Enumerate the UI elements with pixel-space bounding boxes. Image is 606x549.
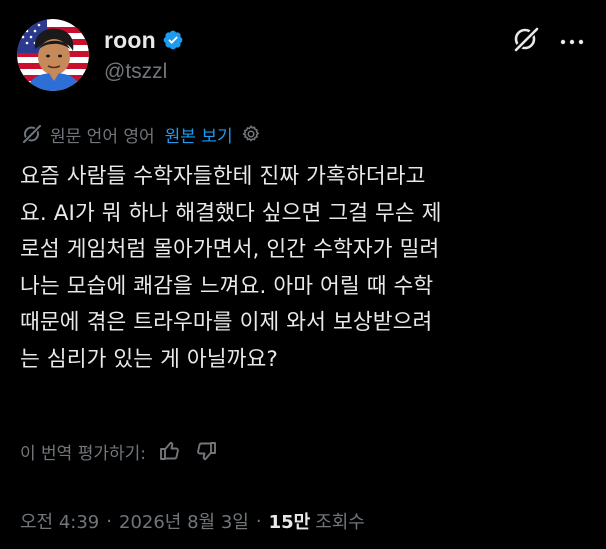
avatar[interactable]: [17, 19, 89, 91]
rate-translation: 이 번역 평가하기:: [20, 436, 218, 466]
tweet-meta: 오전 4:39 · 2026년 8월 3일 · 15만 조회수: [20, 506, 365, 536]
grok-button[interactable]: [510, 25, 542, 57]
tweet-detail: roon @tszzl 원문 언어 영어 원본 보기 요즘 사람들 수학자들한테…: [0, 0, 606, 549]
views-label: 조회수: [315, 512, 365, 533]
views-count: 15만: [268, 512, 311, 533]
tweet-time[interactable]: 오전 4:39: [20, 508, 99, 534]
rate-translation-label: 이 번역 평가하기:: [20, 443, 147, 464]
display-name[interactable]: roon: [104, 27, 156, 54]
author-handle[interactable]: @tszzl: [104, 60, 167, 84]
translate-icon: [20, 122, 44, 146]
tweet-date[interactable]: 2026년 8월 3일: [119, 508, 249, 534]
meta-separator: ·: [106, 510, 112, 532]
show-original-link[interactable]: 원본 보기: [165, 122, 233, 147]
tweet-text: 요즘 사람들 수학자들한테 진짜 가혹하더라고 요. AI가 뭐 하나 해결했다…: [20, 164, 442, 372]
translation-label: 원문 언어 영어: [50, 126, 155, 147]
thumbs-up-icon[interactable]: [158, 439, 182, 463]
settings-gear-icon[interactable]: [241, 124, 261, 144]
more-button[interactable]: [556, 28, 588, 52]
grok-icon: [511, 24, 541, 58]
translation-notice: 원문 언어 영어 원본 보기: [20, 120, 261, 148]
more-icon: [559, 31, 585, 50]
thumbs-down-icon[interactable]: [194, 439, 218, 463]
meta-separator: ·: [255, 510, 262, 532]
verified-badge-icon[interactable]: [162, 29, 184, 51]
author-name-row[interactable]: roon: [104, 24, 184, 56]
